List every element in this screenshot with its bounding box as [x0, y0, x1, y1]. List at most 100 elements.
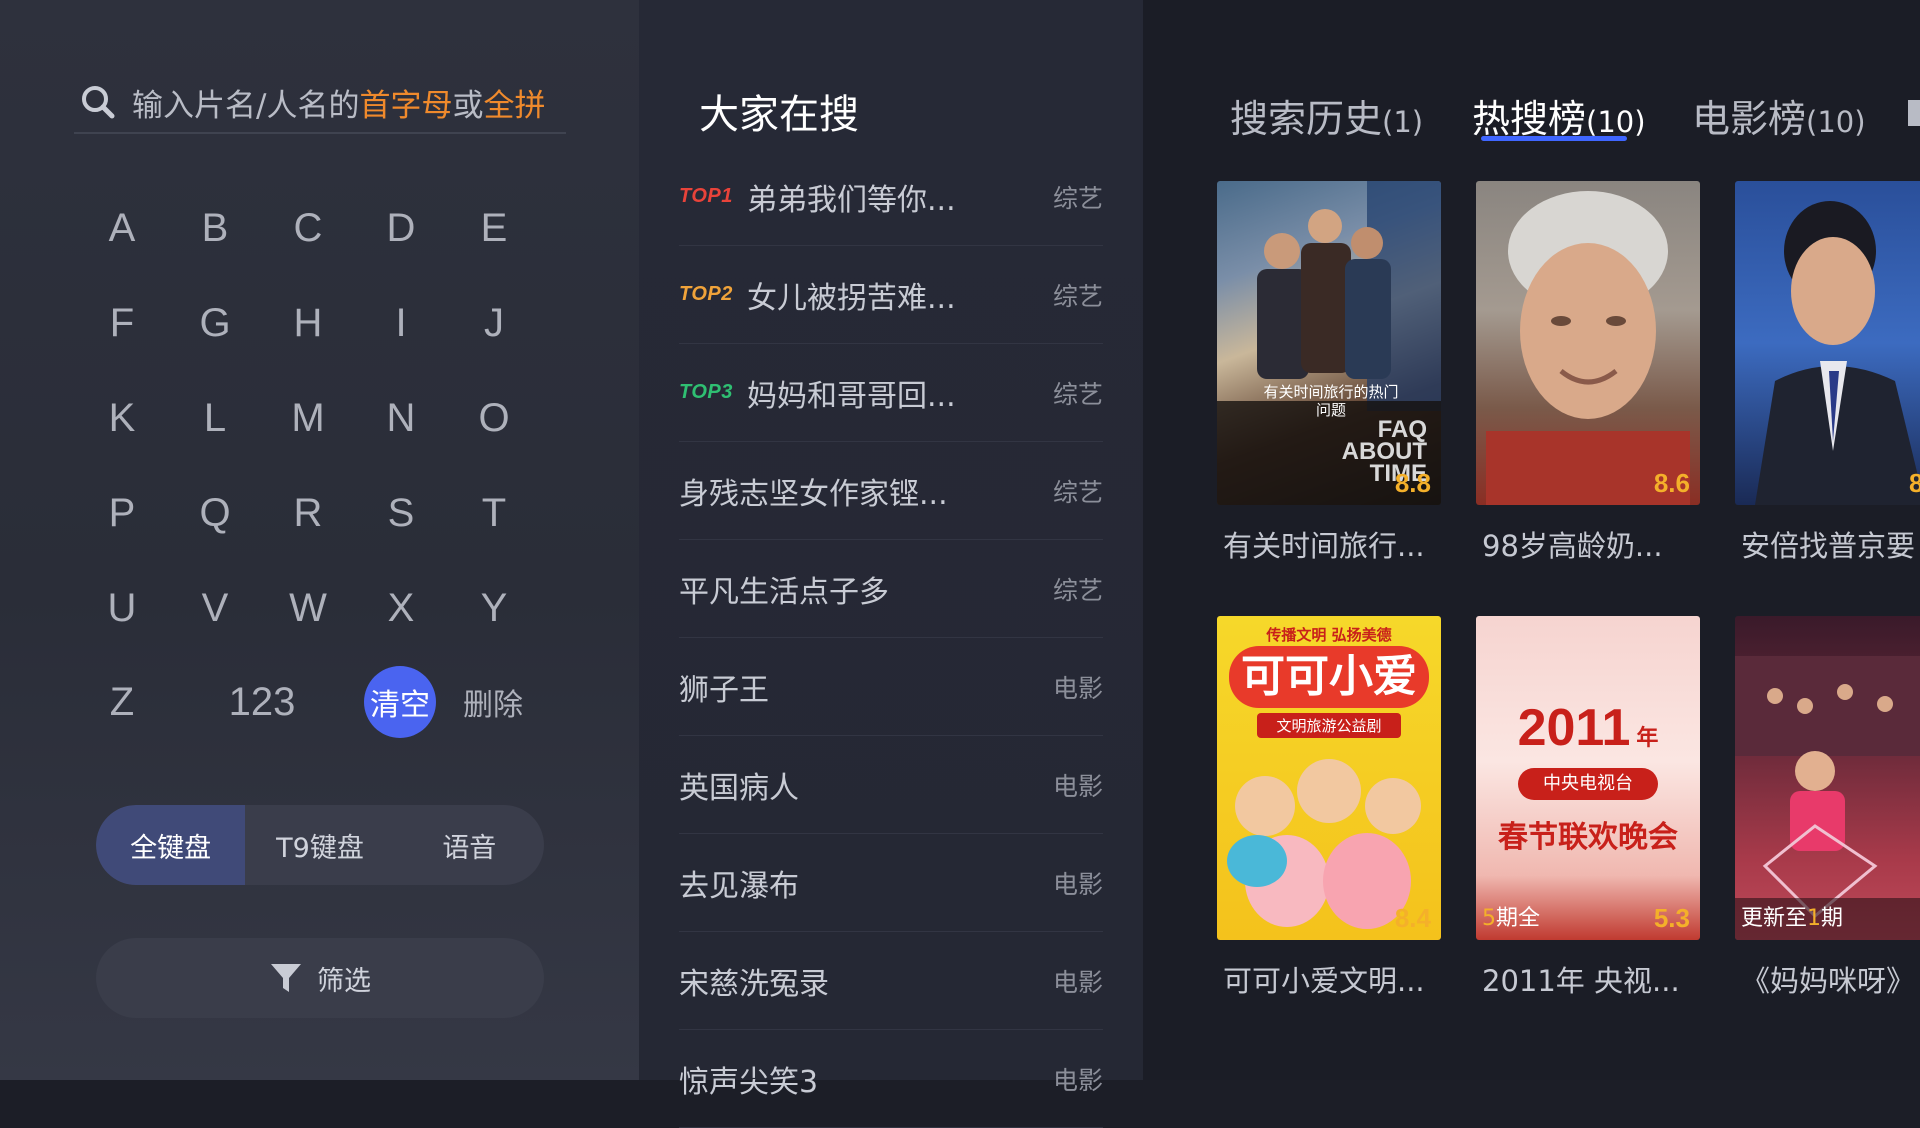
- tab-partial-glyph: [1908, 99, 1920, 126]
- key-u[interactable]: U: [77, 578, 167, 638]
- tab-count: (10): [1806, 105, 1866, 139]
- mode-t9-keyboard[interactable]: T9键盘: [245, 805, 394, 885]
- poster-illustration: [1735, 656, 1920, 940]
- key-x[interactable]: X: [356, 578, 446, 638]
- popular-item-name: 狮子王: [679, 672, 769, 708]
- key-m[interactable]: M: [263, 388, 353, 448]
- key-d[interactable]: D: [356, 198, 446, 258]
- key-s[interactable]: S: [356, 483, 446, 543]
- popular-item-name: 英国病人: [679, 770, 799, 806]
- popular-item-name: 妈妈和哥哥回...: [747, 378, 956, 414]
- tab-hot-search[interactable]: 热搜榜(10): [1472, 88, 1646, 143]
- delete-button[interactable]: 删除: [448, 672, 538, 732]
- result-title: 可可小爱文明...: [1223, 964, 1425, 998]
- key-e[interactable]: E: [449, 198, 539, 258]
- key-z[interactable]: Z: [77, 672, 167, 732]
- tab-count: (10): [1586, 105, 1646, 139]
- key-b[interactable]: B: [170, 198, 260, 258]
- popular-item-name: 去见瀑布: [679, 868, 799, 904]
- poster-caption: 有关时间旅行的热门问题: [1263, 383, 1399, 419]
- popular-item[interactable]: 身残志坚女作家铿... 综艺: [679, 442, 1103, 540]
- popular-item[interactable]: 宋慈洗冤录 电影: [679, 932, 1103, 1030]
- result-card[interactable]: 传播文明 弘扬美德 可可小爱 文明旅游公益剧 8.4 可可小爱文明...: [1217, 616, 1441, 1000]
- tab-label: 电影榜: [1692, 97, 1807, 141]
- key-numbers[interactable]: 123: [212, 672, 312, 732]
- result-title: 98岁高龄奶...: [1482, 529, 1663, 563]
- key-g[interactable]: G: [170, 293, 260, 353]
- search-bar[interactable]: 输入片名/人名的首字母或全拼: [74, 72, 566, 134]
- popular-item-category: 电影: [1052, 967, 1103, 997]
- popular-item-category: 综艺: [1052, 281, 1103, 311]
- key-o[interactable]: O: [449, 388, 539, 448]
- poster-image: 更新至1期: [1735, 616, 1920, 940]
- popular-item-category: 综艺: [1052, 575, 1103, 605]
- result-card[interactable]: 更新至1期 《妈妈咪呀》: [1735, 616, 1920, 1000]
- popular-item[interactable]: TOP3 妈妈和哥哥回... 综艺: [679, 344, 1103, 442]
- rank-badge: TOP2: [679, 283, 733, 305]
- popular-item-name: 身残志坚女作家铿...: [679, 476, 948, 512]
- key-i[interactable]: I: [356, 293, 446, 353]
- key-w[interactable]: W: [263, 578, 353, 638]
- poster-image: 2011 年 中央电视台 春节联欢晚会 5期全 5.3: [1476, 616, 1700, 940]
- popular-item[interactable]: 狮子王 电影: [679, 638, 1103, 736]
- poster-illustration: [1227, 759, 1421, 929]
- rating-score: 8.6: [1653, 468, 1690, 498]
- popular-item[interactable]: TOP2 女儿被拐苦难... 综艺: [679, 246, 1103, 344]
- popular-title: 大家在搜: [699, 92, 859, 138]
- result-card[interactable]: 8 安倍找普京要: [1735, 181, 1920, 565]
- popular-item[interactable]: 惊声尖笑3 电影: [679, 1030, 1103, 1128]
- filter-icon: [271, 964, 301, 992]
- key-l[interactable]: L: [170, 388, 260, 448]
- popular-item[interactable]: 英国病人 电影: [679, 736, 1103, 834]
- popular-item-category: 电影: [1052, 673, 1103, 703]
- tab-label: 搜索历史: [1230, 97, 1383, 141]
- popular-item-category: 综艺: [1052, 477, 1103, 507]
- popular-item[interactable]: 去见瀑布 电影: [679, 834, 1103, 932]
- keyboard-panel: 输入片名/人名的首字母或全拼 A B C D E F G H I J K L M…: [0, 0, 639, 1080]
- result-card[interactable]: 有关时间旅行的热门问题 FAQ ABOUT TIME 8.8 有关时间旅行...: [1217, 181, 1441, 565]
- key-k[interactable]: K: [77, 388, 167, 448]
- mode-full-keyboard[interactable]: 全键盘: [96, 805, 246, 885]
- popular-item-category: 电影: [1052, 1065, 1103, 1095]
- popular-item-category: 电影: [1052, 771, 1103, 801]
- tab-count: (1): [1382, 105, 1424, 139]
- key-h[interactable]: H: [263, 293, 353, 353]
- rating-score: 5.3: [1653, 903, 1690, 933]
- key-p[interactable]: P: [77, 483, 167, 543]
- key-f[interactable]: F: [77, 293, 167, 353]
- key-y[interactable]: Y: [449, 578, 539, 638]
- key-n[interactable]: N: [356, 388, 446, 448]
- mode-voice[interactable]: 语音: [395, 805, 544, 885]
- key-q[interactable]: Q: [170, 483, 260, 543]
- result-card[interactable]: 2011 年 中央电视台 春节联欢晚会 5期全 5.3 2011年 央视...: [1476, 616, 1700, 1000]
- poster-image: 传播文明 弘扬美德 可可小爱 文明旅游公益剧 8.4: [1217, 616, 1441, 940]
- tab-search-history[interactable]: 搜索历史(1): [1230, 88, 1423, 143]
- popular-item-category: 电影: [1052, 869, 1103, 899]
- key-v[interactable]: V: [170, 578, 260, 638]
- key-c[interactable]: C: [263, 198, 353, 258]
- key-j[interactable]: J: [449, 293, 539, 353]
- filter-button[interactable]: 筛选: [96, 938, 544, 1018]
- tab-label: 热搜榜: [1472, 97, 1587, 141]
- clear-button[interactable]: 清空: [364, 666, 436, 738]
- result-card[interactable]: 8.6 98岁高龄奶...: [1476, 181, 1700, 565]
- popular-item[interactable]: 平凡生活点子多 综艺: [679, 540, 1103, 638]
- popular-item-name: 惊声尖笑3: [679, 1064, 819, 1100]
- poster-logo-text: 春节联欢晚会: [1498, 820, 1678, 855]
- key-r[interactable]: R: [263, 483, 353, 543]
- poster-illustration: [1755, 201, 1920, 505]
- rating-score: 8.8: [1394, 468, 1431, 498]
- popular-item-category: 综艺: [1052, 183, 1103, 213]
- result-title: 有关时间旅行...: [1223, 529, 1425, 563]
- popular-item[interactable]: TOP1 弟弟我们等你... 综艺: [679, 148, 1103, 246]
- key-t[interactable]: T: [449, 483, 539, 543]
- tab-next-partial[interactable]: [1908, 88, 1920, 132]
- key-a[interactable]: A: [77, 198, 167, 258]
- tab-movie-rank[interactable]: 电影榜(10): [1692, 88, 1866, 143]
- rank-badge: TOP1: [679, 185, 733, 207]
- popular-item-name: 弟弟我们等你...: [747, 182, 956, 218]
- poster-year: 2011 年: [1517, 699, 1659, 757]
- result-title: 2011年 央视...: [1482, 964, 1680, 998]
- search-placeholder: 输入片名/人名的首字母或全拼: [132, 87, 546, 124]
- rank-badge: TOP3: [679, 381, 733, 403]
